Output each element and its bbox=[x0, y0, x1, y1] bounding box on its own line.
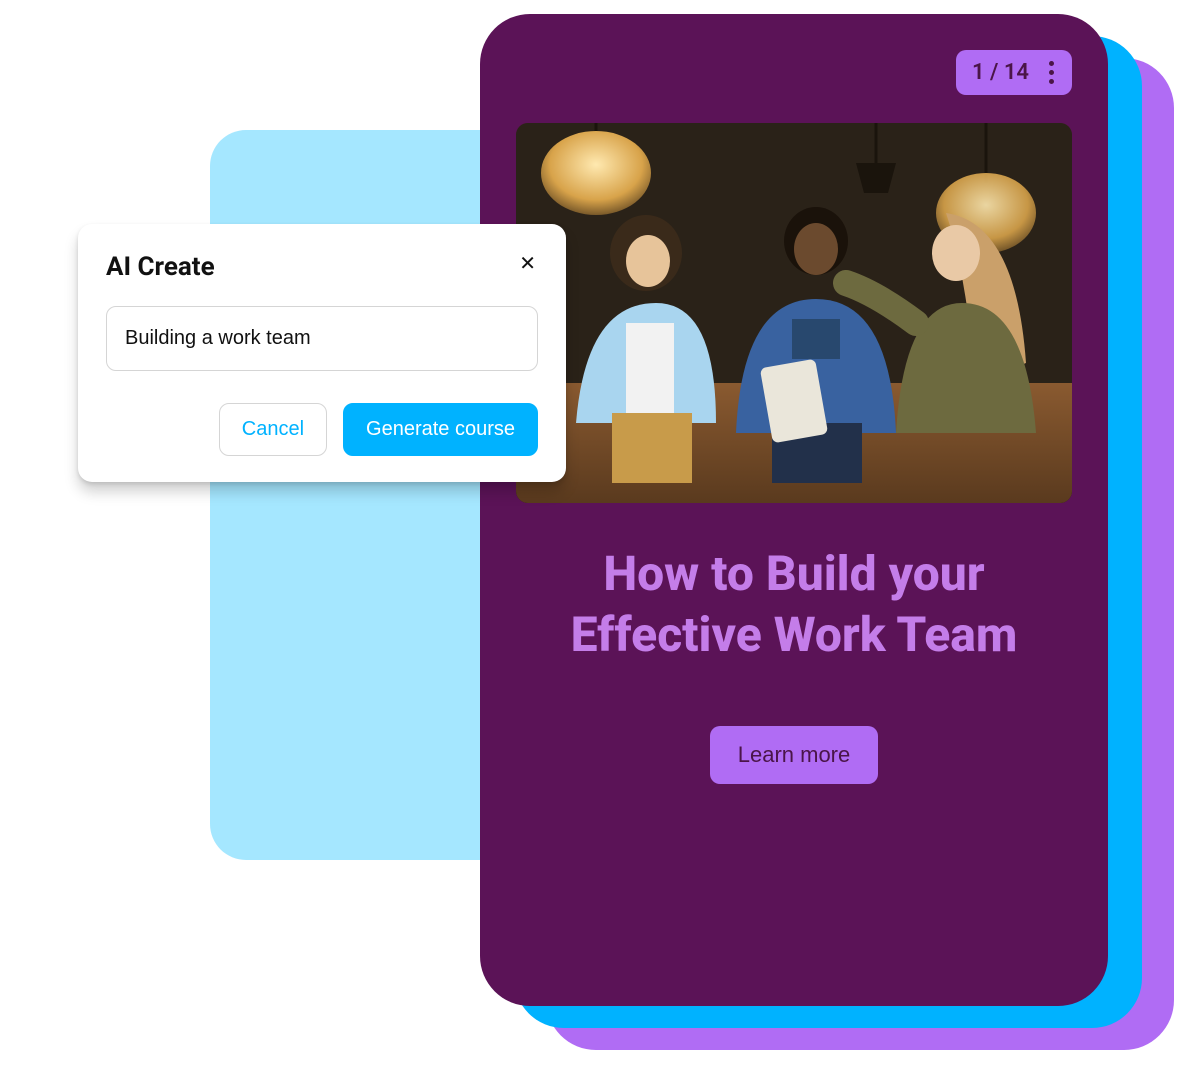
modal-title: AI Create bbox=[106, 252, 215, 282]
page-indicator-pill[interactable]: 1 / 14 bbox=[956, 50, 1072, 95]
ai-create-modal: AI Create ✕ Cancel Generate course bbox=[78, 224, 566, 482]
course-preview-card: 1 / 14 bbox=[480, 14, 1108, 1006]
course-hero-image bbox=[516, 123, 1072, 503]
generate-course-button[interactable]: Generate course bbox=[343, 403, 538, 456]
cancel-button[interactable]: Cancel bbox=[219, 403, 327, 456]
close-icon: ✕ bbox=[519, 253, 536, 275]
course-topic-input[interactable] bbox=[106, 306, 538, 371]
course-title: How to Build your Effective Work Team bbox=[534, 543, 1054, 666]
page-indicator-text: 1 / 14 bbox=[972, 60, 1029, 85]
close-button[interactable]: ✕ bbox=[517, 252, 538, 276]
learn-more-button[interactable]: Learn more bbox=[710, 726, 879, 784]
course-topbar: 1 / 14 bbox=[516, 50, 1072, 95]
more-icon[interactable] bbox=[1047, 61, 1056, 84]
